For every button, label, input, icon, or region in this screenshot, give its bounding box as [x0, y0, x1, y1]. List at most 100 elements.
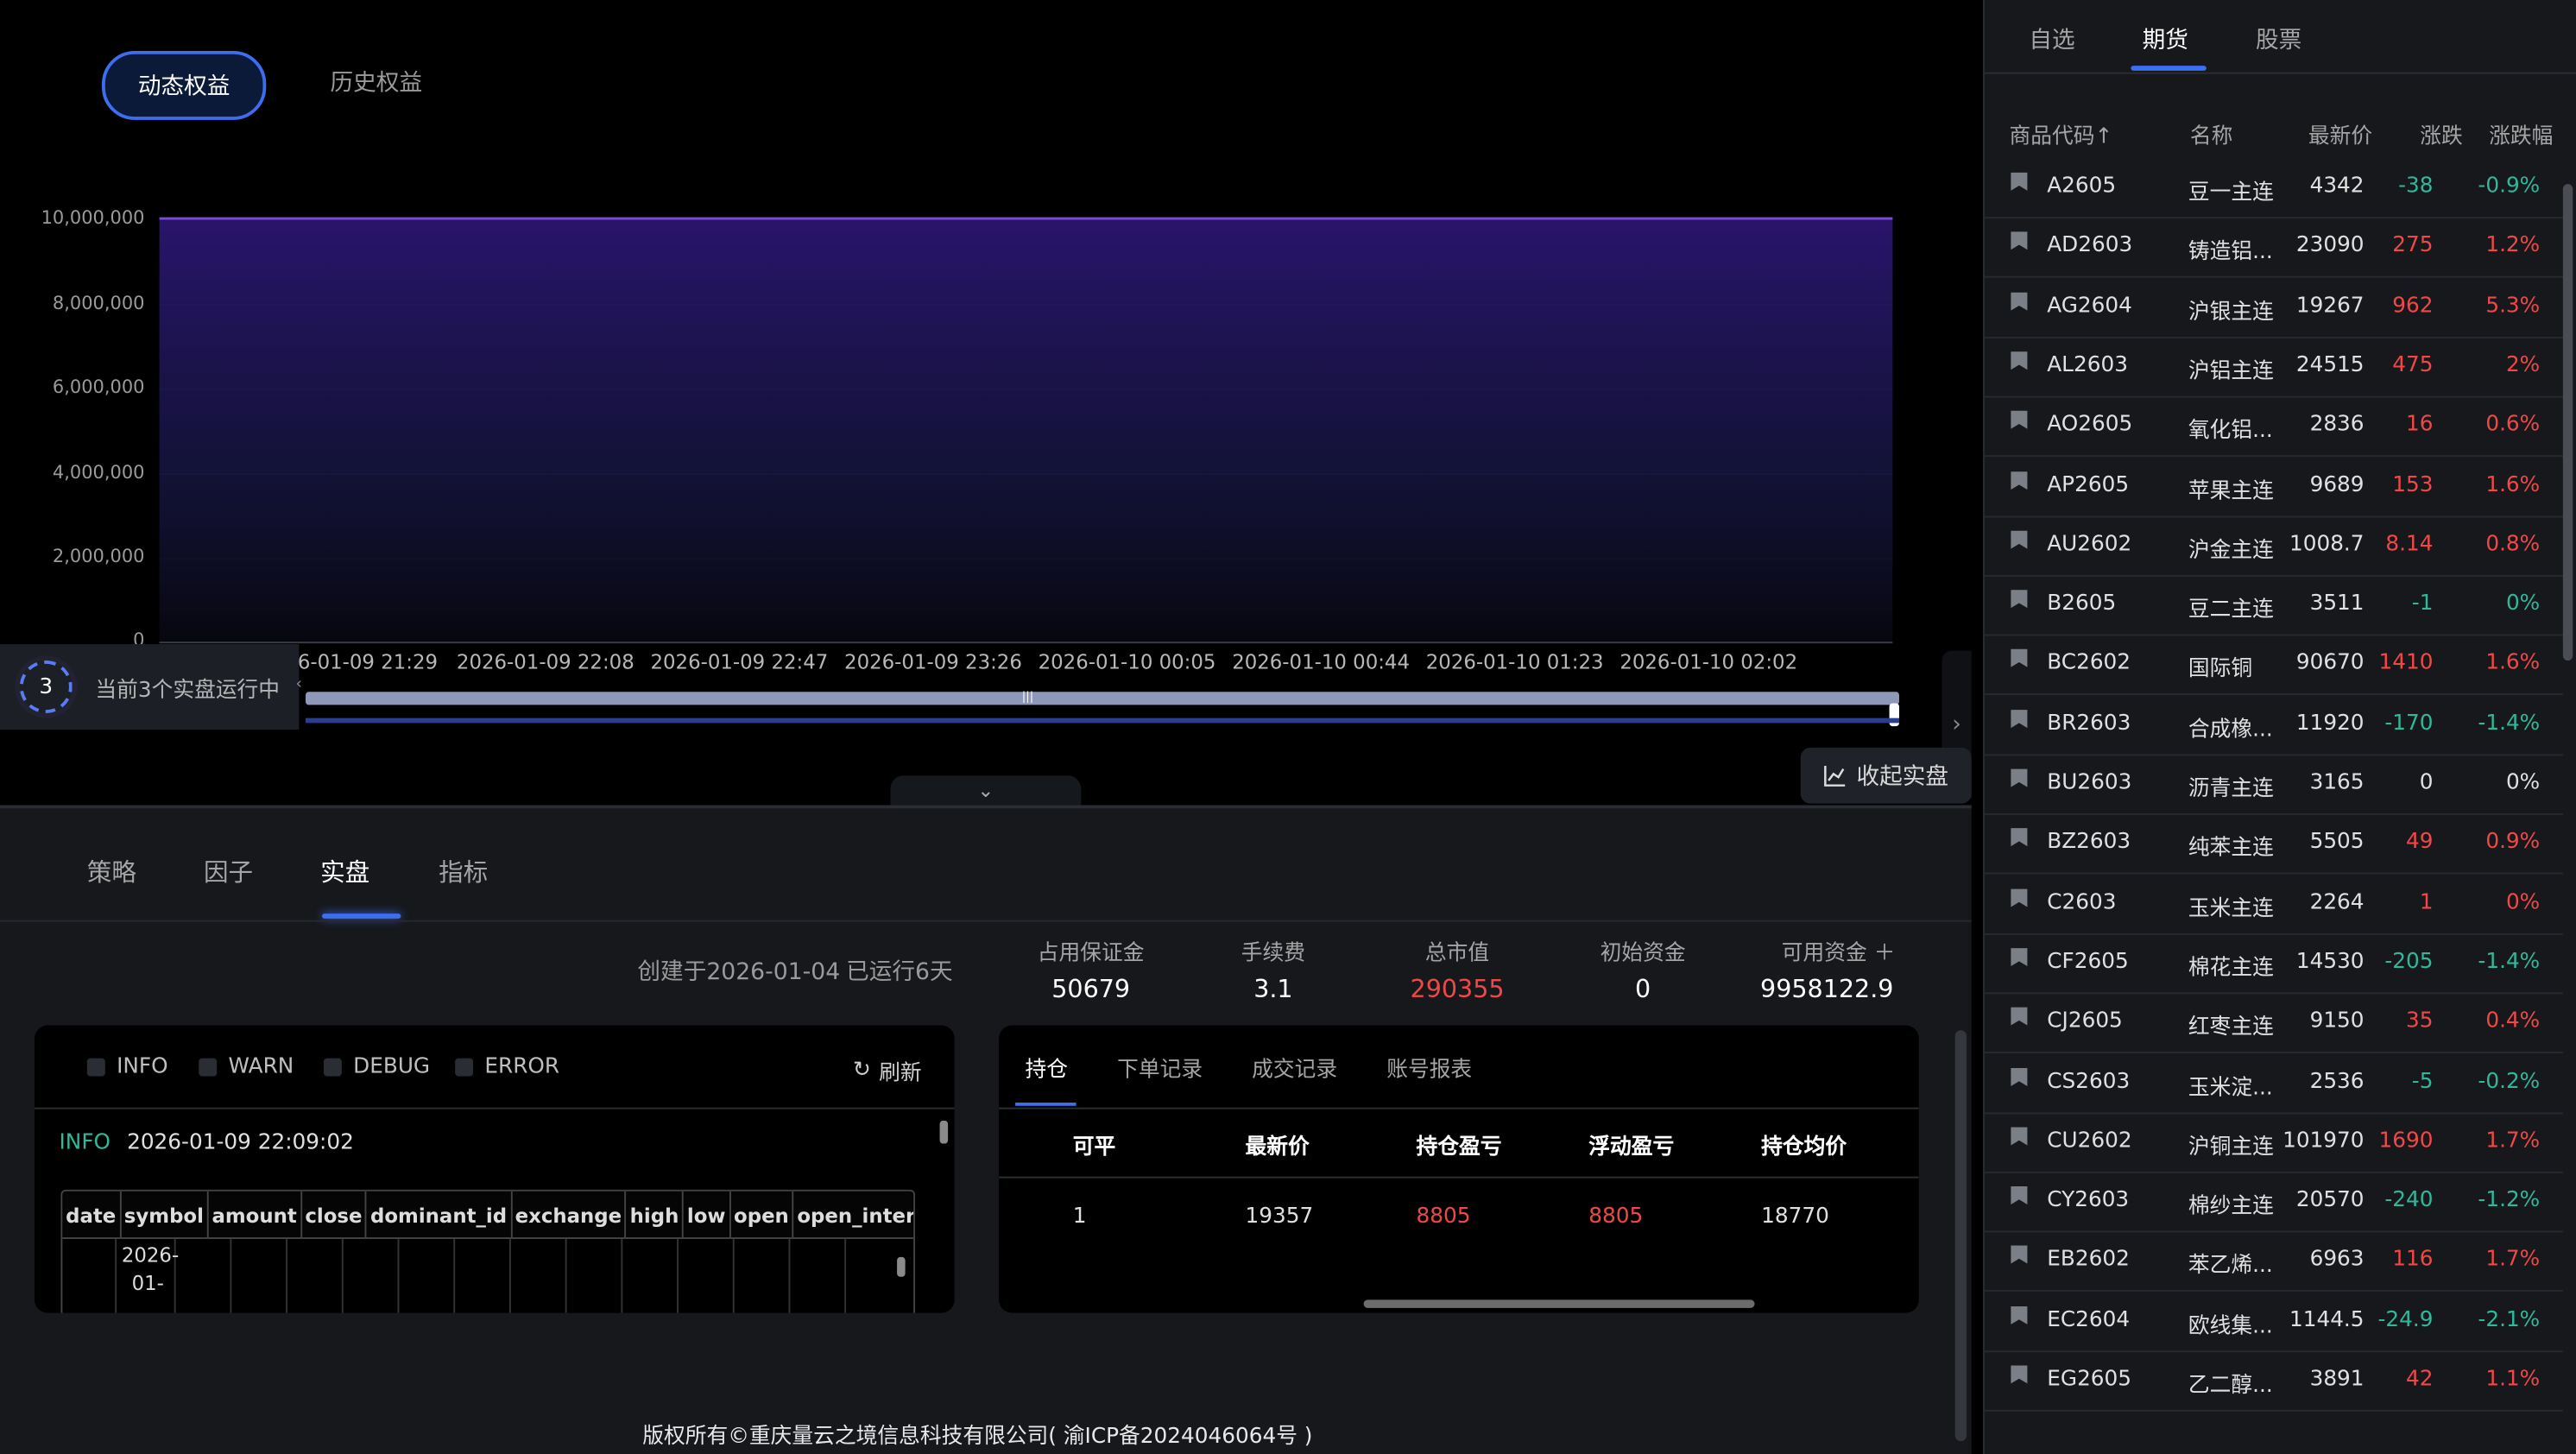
bookmark-icon[interactable]	[2009, 350, 2029, 371]
grid-line	[677, 1238, 679, 1313]
quote-row[interactable]: AO2605 氧化铝... 2836 16 0.6%	[1984, 396, 2563, 458]
tab-trade-records[interactable]: 成交记录	[1252, 1052, 1337, 1084]
header-code[interactable]: 商品代码↑	[2009, 118, 2112, 150]
quote-row[interactable]: CY2603 棉纱主连 20570 -240 -1.2%	[1984, 1172, 2563, 1233]
tab-order-records[interactable]: 下单记录	[1117, 1052, 1203, 1084]
bookmark-icon[interactable]	[2009, 1185, 2029, 1206]
quote-row[interactable]: CF2605 棉花主连 14530 -205 -1.4%	[1984, 933, 2563, 995]
bookmark-icon[interactable]	[2009, 946, 2029, 968]
quote-change-pct: 0%	[2505, 770, 2541, 796]
quote-row[interactable]: AU2602 沪金主连 1008.7 8.14 0.8%	[1984, 515, 2563, 577]
tab-watchlist[interactable]: 自选	[2029, 23, 2074, 56]
quote-row[interactable]: C2603 玉米主连 2264 1 0%	[1984, 874, 2563, 935]
quote-name: 棉花主连	[2188, 956, 2274, 981]
quote-row[interactable]: CS2603 玉米淀... 2536 -5 -0.2%	[1984, 1053, 2563, 1114]
quote-change: 962	[2392, 293, 2434, 319]
horizontal-scrollbar[interactable]	[1363, 1299, 1755, 1308]
refresh-button[interactable]: ↻ 刷新	[853, 1055, 922, 1086]
bookmark-icon[interactable]	[2009, 1304, 2029, 1325]
bookmark-icon[interactable]	[2009, 648, 2029, 670]
active-tab-indicator	[1015, 1102, 1076, 1106]
bookmark-icon[interactable]	[2009, 1065, 2029, 1087]
grid-line	[732, 1238, 735, 1313]
tab-account-report[interactable]: 账号报表	[1386, 1052, 1472, 1084]
quote-name: 氧化铝...	[2188, 419, 2273, 445]
quote-row[interactable]: AD2603 铸造铝... 23090 275 1.2%	[1984, 218, 2563, 279]
bookmark-icon[interactable]	[2009, 768, 2029, 789]
tab-positions[interactable]: 持仓	[1026, 1052, 1069, 1084]
bookmark-icon[interactable]	[2009, 469, 2029, 490]
column-header: 可平	[1072, 1135, 1116, 1160]
bookmark-icon[interactable]	[2009, 1364, 2029, 1386]
bookmark-icon[interactable]	[2009, 1125, 2029, 1147]
quote-price: 2264	[2309, 889, 2364, 915]
tab-indicator[interactable]: 指标	[439, 855, 488, 889]
quote-change-pct: 0%	[2505, 889, 2541, 915]
quote-name: 沪铜主连	[2188, 1135, 2274, 1160]
stat-available-capital-label[interactable]: 可用资金 ＋	[1782, 935, 1896, 966]
stat-fee-label: 手续费	[1241, 941, 1306, 967]
grid-line	[508, 1238, 511, 1313]
refresh-icon: ↻	[852, 1058, 871, 1084]
quote-scrollbar[interactable]	[2562, 184, 2573, 661]
bookmark-icon[interactable]	[2009, 171, 2029, 193]
grid-line	[397, 1238, 400, 1313]
tab-stocks[interactable]: 股票	[2256, 23, 2301, 56]
quote-row[interactable]: BC2602 国际铜 90670 1410 1.6%	[1984, 635, 2563, 696]
log-time: 2026-01-09 22:09:02	[127, 1130, 354, 1155]
filter-debug-checkbox[interactable]: DEBUG	[323, 1055, 430, 1079]
quote-row[interactable]: BZ2603 纯苯主连 5505 49 0.9%	[1984, 814, 2563, 876]
quote-price: 23090	[2295, 233, 2364, 259]
tab-live[interactable]: 实盘	[320, 855, 369, 889]
quote-row[interactable]: EB2602 苯乙烯... 6963 116 1.7%	[1984, 1231, 2563, 1293]
quote-row[interactable]: CJ2605 红枣主连 9150 35 0.4%	[1984, 993, 2563, 1054]
slider-left-handle-icon[interactable]: ‹	[296, 675, 303, 693]
quote-row[interactable]: AL2603 沪铝主连 24515 475 2%	[1984, 337, 2563, 398]
filter-error-checkbox[interactable]: ERROR	[455, 1054, 560, 1080]
quote-row[interactable]: B2605 豆二主连 3511 -1 0%	[1984, 575, 2563, 636]
grid-line	[788, 1238, 791, 1313]
filter-label: ERROR	[484, 1054, 560, 1080]
table-cell: 2026- 01-	[121, 1243, 180, 1295]
chart-zoom-slider[interactable]	[305, 692, 1899, 705]
filter-info-checkbox[interactable]: INFO	[86, 1055, 168, 1079]
bookmark-icon[interactable]	[2009, 708, 2029, 730]
collapse-live-button[interactable]: 收起实盘	[1800, 747, 1972, 804]
quote-row[interactable]: A2605 豆一主连 4342 -38 -0.9%	[1984, 158, 2563, 219]
bookmark-icon[interactable]	[2009, 290, 2029, 312]
quote-change: 475	[2392, 352, 2434, 378]
table-scrollbar[interactable]	[897, 1256, 906, 1277]
bookmark-icon[interactable]	[2009, 887, 2029, 908]
quote-row[interactable]: AP2605 苹果主连 9689 153 1.6%	[1984, 456, 2563, 517]
tab-factor[interactable]: 因子	[204, 855, 253, 889]
bookmark-icon[interactable]	[2009, 827, 2029, 849]
bookmark-icon[interactable]	[2009, 588, 2029, 610]
quote-code: B2605	[2047, 591, 2117, 616]
bookmark-icon[interactable]	[2009, 1244, 2029, 1266]
tab-futures[interactable]: 期货	[2143, 23, 2188, 56]
header-name: 名称	[2189, 124, 2233, 150]
cell-last-price: 19357	[1245, 1204, 1314, 1230]
bookmark-icon[interactable]	[2009, 1006, 2029, 1027]
quote-code: EC2604	[2047, 1307, 2131, 1332]
tab-strategy[interactable]: 策略	[87, 855, 136, 889]
filter-warn-checkbox[interactable]: WARN	[199, 1055, 294, 1079]
running-strategies-indicator[interactable]: 3 当前3个实盘运行中	[0, 644, 300, 730]
log-scrollbar[interactable]	[939, 1120, 949, 1144]
collapse-live-label: 收起实盘	[1856, 763, 1949, 791]
column-header: 最新价	[1245, 1135, 1310, 1160]
panel-scrollbar[interactable]	[1954, 1030, 1967, 1442]
chevron-down-icon[interactable]: ⌄	[890, 775, 1082, 806]
quote-row[interactable]: BU2603 沥青主连 3165 0 0%	[1984, 755, 2563, 815]
quote-code: BC2602	[2047, 651, 2131, 676]
bookmark-icon[interactable]	[2009, 409, 2029, 431]
bookmark-icon[interactable]	[2009, 231, 2029, 252]
x-tick: 2026-01-09 22:47	[650, 650, 829, 674]
quote-row[interactable]: BR2603 合成橡... 11920 -170 -1.4%	[1984, 694, 2563, 755]
slider-grip-icon[interactable]: |||	[1022, 690, 1033, 703]
quote-row[interactable]: EG2605 乙二醇... 3891 42 1.1%	[1984, 1350, 2563, 1412]
quote-row[interactable]: EC2604 欧线集... 1144.5 -24.9 -2.1%	[1984, 1291, 2563, 1352]
quote-row[interactable]: CU2602 沪铜主连 101970 1690 1.7%	[1984, 1112, 2563, 1173]
quote-row[interactable]: AG2604 沪银主连 19267 962 5.3%	[1984, 277, 2563, 338]
bookmark-icon[interactable]	[2009, 528, 2029, 550]
